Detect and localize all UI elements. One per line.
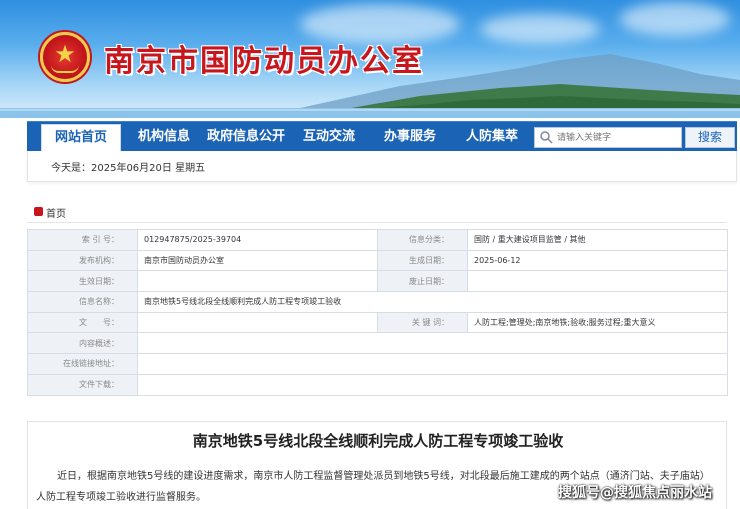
meta-label: 生效日期： [27, 270, 138, 293]
meta-label: 废止日期： [377, 270, 468, 293]
meta-label: 信息名称： [27, 291, 138, 313]
table-row: 发布机构： 南京市国防动员办公室 生成日期： 2025-06-12 [27, 249, 728, 272]
meta-value[interactable] [137, 373, 728, 396]
meta-label: 发布机构： [27, 249, 138, 272]
search-button[interactable]: 搜索 [685, 127, 735, 148]
meta-value: 人防工程;管理处;南京地铁;验收;服务过程;重大意义 [467, 311, 728, 334]
meta-value: 南京市国防动员办公室 [137, 249, 378, 272]
meta-label: 文件下载： [27, 373, 138, 396]
meta-label: 内容概述： [27, 332, 138, 355]
document-metadata-table: 索 引 号： 012947875/2025-39704 信息分类： 国防 / 重… [27, 229, 728, 396]
meta-value[interactable] [137, 353, 728, 375]
nav-item-services[interactable]: 办事服务 [384, 122, 436, 152]
nav-item-civil-defense[interactable]: 人防集萃 [466, 122, 518, 152]
nav-home-tab[interactable]: 网站首页 [41, 124, 121, 152]
meta-value: 012947875/2025-39704 [137, 229, 378, 251]
current-date: 今天是：2025年06月20日 星期五 [51, 163, 206, 174]
table-row: 文 号： 关 键 词： 人防工程;管理处;南京地铁;验收;服务过程;重大意义 [27, 311, 728, 334]
home-icon [34, 207, 43, 216]
date-bar: 今天是：2025年06月20日 星期五 [27, 151, 737, 182]
meta-value: 2025-06-12 [467, 249, 728, 272]
meta-value: 南京地铁5号线北段全线顺利完成人防工程专项竣工验收 [137, 291, 728, 313]
meta-label: 关 键 词： [377, 311, 468, 334]
nav-item-interaction[interactable]: 互动交流 [303, 122, 355, 152]
search-input[interactable] [557, 130, 679, 145]
table-row: 生效日期： 废止日期： [27, 270, 728, 293]
table-row: 在线链接地址： [27, 353, 728, 375]
meta-value [467, 270, 728, 293]
meta-label: 索 引 号： [27, 229, 138, 251]
meta-label: 信息分类： [377, 229, 468, 251]
table-row: 内容概述： [27, 332, 728, 355]
meta-value [137, 311, 378, 334]
nav-item-gov-info-public[interactable]: 政府信息公开 [207, 122, 285, 152]
national-defense-emblem: ★ [40, 32, 90, 82]
divider [27, 222, 727, 223]
table-row: 文件下载： [27, 373, 728, 396]
source-watermark: 搜狐号@搜狐焦点丽水站 [558, 485, 712, 501]
meta-label: 在线链接地址： [27, 353, 138, 375]
site-banner: ★ 南京市国防动员办公室 [0, 0, 740, 118]
article-title: 南京地铁5号线北段全线顺利完成人防工程专项竣工验收 [192, 432, 564, 450]
table-row: 索 引 号： 012947875/2025-39704 信息分类： 国防 / 重… [27, 229, 728, 251]
search-box [534, 127, 682, 148]
search-icon [540, 131, 553, 144]
nav-item-org-info[interactable]: 机构信息 [138, 122, 190, 152]
site-title: 南京市国防动员办公室 [104, 44, 424, 79]
meta-value [137, 332, 728, 355]
article-paragraph: 近日，根据南京地铁5号线的建设进度需求，南京市人防工程监督管理处派员到地铁5号线… [57, 471, 710, 482]
meta-value [137, 270, 378, 293]
breadcrumb-home-link[interactable]: 首页 [46, 205, 66, 220]
meta-label: 生成日期： [377, 249, 468, 272]
meta-value: 国防 / 重大建设项目监管 / 其他 [467, 229, 728, 251]
table-row: 信息名称： 南京地铁5号线北段全线顺利完成人防工程专项竣工验收 [27, 291, 728, 313]
main-nav: 网站首页 机构信息 政府信息公开 互动交流 办事服务 人防集萃 搜索 [27, 121, 737, 152]
meta-label: 文 号： [27, 311, 138, 334]
